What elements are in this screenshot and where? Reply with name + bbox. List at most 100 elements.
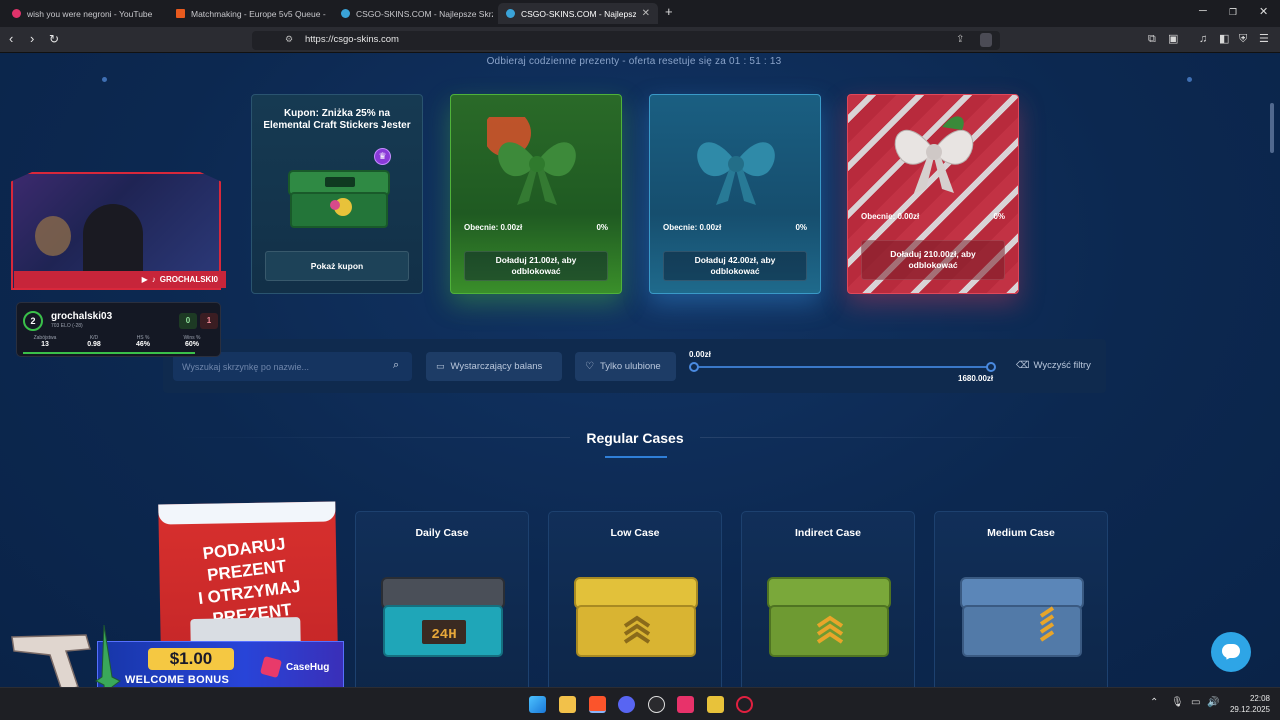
coupon-title: Kupon: Zniżka 25% na Elemental Craft Sti… xyxy=(263,108,411,131)
heart-icon: ♡ xyxy=(585,361,594,372)
tiktok-live-icon[interactable] xyxy=(677,696,694,713)
unlock-gift-button[interactable]: Doładuj 42.00zł, aby odblokować xyxy=(663,251,807,281)
gift-card-210: Obecnie: 0.00zł 0% Doładuj 210.00zł, aby… xyxy=(847,94,1019,294)
extensions-icon[interactable]: ⧉ xyxy=(1148,33,1156,45)
share-icon[interactable]: ⇪ xyxy=(956,34,964,45)
progress-percent: 0% xyxy=(596,223,608,232)
social-bar: ▶ ♪ GROCHALSKI0 xyxy=(14,271,226,288)
unlock-gift-button[interactable]: Doładuj 21.00zł, aby odblokować xyxy=(464,251,608,281)
player-name: grochalski03 xyxy=(51,311,113,322)
file-explorer-icon[interactable] xyxy=(559,696,576,713)
app-icon[interactable] xyxy=(707,696,724,713)
network-icon[interactable]: ▭ xyxy=(1191,697,1200,708)
case-image xyxy=(574,577,698,657)
microphone-icon[interactable]: 🎙 xyxy=(1171,697,1184,708)
start-icon[interactable] xyxy=(529,696,546,713)
tab-title: wish you were negroni - YouTube xyxy=(27,8,153,19)
live-chat-button[interactable] xyxy=(1211,632,1251,672)
progress-row: Obecnie: 0.00zł 0% xyxy=(663,223,807,232)
clear-filters-button[interactable]: ⌫ Wyczyść filtry xyxy=(1016,360,1091,371)
minimize-icon[interactable]: ─ xyxy=(1199,5,1207,17)
reload-icon[interactable]: ↻ xyxy=(49,32,59,46)
case-card-daily[interactable]: Daily Case 24H xyxy=(355,511,529,687)
close-window-icon[interactable]: ✕ xyxy=(1259,5,1268,18)
tab-title: CSGO-SKINS.COM - Najlepsze Skrzy xyxy=(356,8,493,19)
case-image: 24H xyxy=(381,577,505,657)
case-name: Daily Case xyxy=(415,527,469,539)
player-elo: 703 ELO (-28) xyxy=(51,323,83,329)
case-card-medium[interactable]: Medium Case xyxy=(934,511,1108,687)
price-range-track[interactable] xyxy=(695,366,991,368)
globe-icon xyxy=(341,9,350,18)
case-card-indirect[interactable]: Indirect Case xyxy=(741,511,915,687)
range-max-handle[interactable] xyxy=(986,362,996,372)
social-handle: GROCHALSKI0 xyxy=(159,275,218,284)
volume-icon[interactable]: 🔊 xyxy=(1207,697,1219,708)
tab-csgo-skins-1[interactable]: CSGO-SKINS.COM - Najlepsze Skrzy xyxy=(333,3,493,24)
tab-youtube[interactable]: wish you were negroni - YouTube xyxy=(4,3,164,24)
discord-icon[interactable] xyxy=(618,696,635,713)
tab-search-icon[interactable]: ▣ xyxy=(1168,33,1178,45)
youtube-icon xyxy=(12,9,21,18)
sidebar-icon[interactable]: ◧ xyxy=(1219,33,1229,45)
back-icon[interactable]: ‹ xyxy=(9,32,13,46)
close-tab-icon[interactable]: ✕ xyxy=(642,8,650,19)
obs-icon[interactable] xyxy=(648,696,665,713)
chevron-up-icon[interactable]: ⌃ xyxy=(1150,697,1158,708)
faceit-stats-widget: 2 grochalski03 703 ELO (-28) 0 1 Zabójst… xyxy=(16,302,221,357)
brave-browser-icon[interactable] xyxy=(589,696,606,713)
case-card-low[interactable]: Low Case xyxy=(548,511,722,687)
scrollbar-thumb[interactable] xyxy=(1270,103,1274,153)
address-field[interactable]: ⚙ https://csgo-skins.com ⇪ xyxy=(252,31,1000,50)
case-name: Low Case xyxy=(610,527,660,539)
tab-csgo-skins-active[interactable]: CSGO-SKINS.COM - Najlepsze Sk ✕ xyxy=(498,3,658,24)
snow-cap xyxy=(158,501,336,525)
forward-icon[interactable]: › xyxy=(30,32,34,46)
range-min-label: 0.00zł xyxy=(689,350,711,359)
progress-row: Obecnie: 0.00zł 0% xyxy=(464,223,608,232)
progress-row: Obecnie: 0.00zł 0% xyxy=(861,212,1005,221)
site-settings-icon[interactable]: ⚙ xyxy=(285,34,293,45)
unlock-gift-button[interactable]: Doładuj 210.00zł, aby odblokować xyxy=(861,240,1005,280)
media-icon[interactable]: ♫ xyxy=(1199,33,1207,45)
snow-decoration xyxy=(1187,77,1192,82)
daily-rewards-countdown: Odbieraj codzienne prezenty - oferta res… xyxy=(486,56,782,67)
range-max-label: 1680.00zł xyxy=(958,374,994,383)
case-image xyxy=(960,577,1084,657)
stat-value: 60% xyxy=(184,341,199,348)
opera-icon[interactable] xyxy=(736,696,753,713)
clock-date: 29.12.2025 xyxy=(1229,705,1270,714)
skill-level-badge: 2 xyxy=(23,311,43,331)
case-name: Indirect Case xyxy=(795,527,861,539)
gift-card-coupon: Kupon: Zniżka 25% na Elemental Craft Sti… xyxy=(251,94,423,294)
gift-bow-icon xyxy=(487,117,576,205)
section-title: Regular Cases xyxy=(586,430,684,446)
elo-progress-bar xyxy=(23,352,195,354)
menu-icon[interactable]: ☰ xyxy=(1259,33,1269,45)
streamer-silhouette xyxy=(83,204,143,274)
tab-title: CSGO-SKINS.COM - Najlepsze Sk xyxy=(521,8,636,19)
progress-percent: 0% xyxy=(993,212,1005,221)
sufficient-balance-button[interactable]: ▭ Wystarczający balans xyxy=(426,352,562,381)
vpn-icon[interactable]: ⛨ xyxy=(1239,33,1247,45)
case-filter-bar: ⌕ ▭ Wystarczający balans ♡ Tylko ulubion… xyxy=(163,339,1106,393)
wallet-icon: ▭ xyxy=(436,361,445,371)
favorites-only-button[interactable]: ♡ Tylko ulubione xyxy=(575,352,676,381)
new-tab-button[interactable]: + xyxy=(665,4,673,19)
casehug-logo-icon xyxy=(259,655,283,679)
restore-icon[interactable]: ❐ xyxy=(1229,7,1237,18)
plush-toy xyxy=(35,216,71,256)
tab-faceit[interactable]: Matchmaking - Europe 5v5 Queue - xyxy=(168,3,328,24)
range-min-handle[interactable] xyxy=(689,362,699,372)
system-clock[interactable]: 22:08 29.12.2025 xyxy=(1226,693,1270,715)
stat-value: 0.98 xyxy=(87,341,101,348)
brave-shield-icon[interactable] xyxy=(980,33,992,47)
browser-toolbar: ‹ › ↻ ⛉ ⚙ https://csgo-skins.com ⇪ ⧉ ▣ ♫… xyxy=(0,27,1280,53)
clock-time: 22:08 xyxy=(1249,694,1270,703)
show-coupon-button[interactable]: Pokaż kupon xyxy=(265,251,409,281)
casehug-bonus-banner: $1.00 WELCOME BONUS CaseHug xyxy=(97,641,344,693)
case-image xyxy=(767,577,891,657)
current-amount: Obecnie: 0.00zł xyxy=(861,212,920,221)
stat-value: 46% xyxy=(135,341,150,348)
search-icon[interactable]: ⌕ xyxy=(393,359,399,372)
